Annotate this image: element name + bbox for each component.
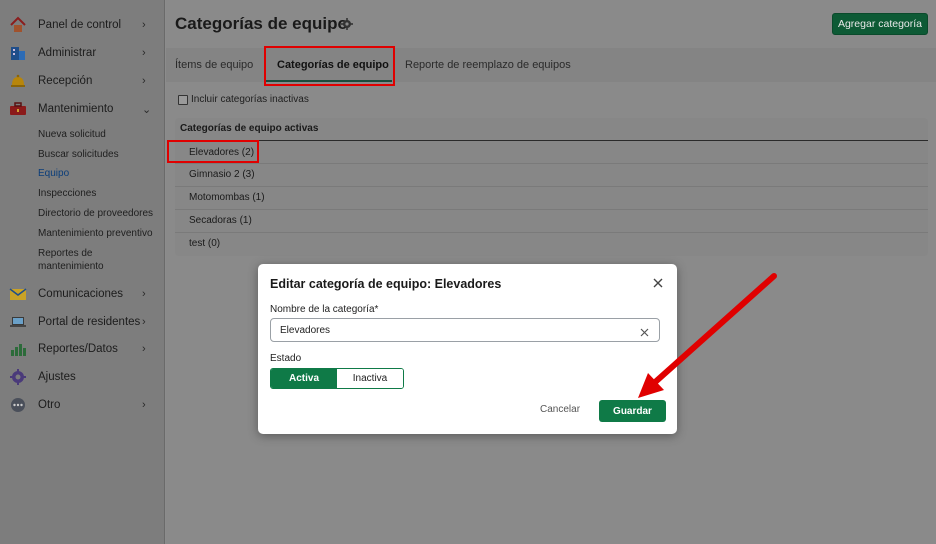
table-row[interactable]: Elevadores (2) [175, 141, 928, 164]
annotation-highlight-row [167, 140, 259, 163]
table-row[interactable]: test (0) [175, 233, 928, 256]
sidebar-subitem-reportes-de-mantenimiento[interactable]: Reportes de mantenimiento [38, 247, 128, 273]
more-icon [9, 396, 27, 414]
tab-items-de-equipo[interactable]: Ítems de equipo [175, 48, 253, 82]
chevron-right-icon: › [142, 75, 146, 87]
chart-icon [9, 340, 27, 358]
sidebar-subitem-buscar-solicitudes[interactable]: Buscar solicitudes [38, 148, 158, 161]
category-name-field[interactable]: Elevadores [270, 318, 660, 342]
sidebar-subitem-equipo[interactable]: Equipo [38, 167, 158, 180]
sidebar: Panel de control › Administrar › Recepci… [0, 0, 165, 544]
sidebar-item-reportes-datos[interactable]: Reportes/Datos › [0, 336, 165, 362]
chevron-right-icon: › [142, 343, 146, 355]
sidebar-subitem-nueva-solicitud[interactable]: Nueva solicitud [38, 128, 158, 141]
building-icon [9, 44, 27, 62]
cancel-button[interactable]: Cancelar [540, 404, 580, 415]
include-inactive-label: Incluir categorías inactivas [191, 94, 309, 105]
sidebar-subitem-inspecciones[interactable]: Inspecciones [38, 187, 158, 200]
status-inactive-option[interactable]: Inactiva [337, 369, 403, 388]
sidebar-subitem-directorio-de-proveedores[interactable]: Directorio de proveedores [38, 207, 158, 220]
bell-icon [9, 72, 27, 90]
add-category-button[interactable]: Agregar categoría [832, 13, 928, 35]
edit-category-dialog: Editar categoría de equipo: Elevadores N… [258, 264, 677, 434]
category-name-label: Nombre de la categoría* [270, 304, 379, 315]
category-name-value: Elevadores [280, 325, 331, 336]
page-title: Categorías de equipo [175, 14, 348, 33]
sidebar-item-label: Recepción [38, 75, 93, 87]
chevron-down-icon: ⌄ [142, 103, 152, 116]
sidebar-item-label: Mantenimiento [38, 103, 114, 115]
dialog-title: Editar categoría de equipo: Elevadores [270, 277, 502, 291]
close-icon[interactable] [652, 276, 664, 288]
laptop-icon [9, 313, 27, 331]
row-label: test (0) [189, 238, 221, 249]
sidebar-item-portal-de-residentes[interactable]: Portal de residentes › [0, 309, 165, 335]
gear-icon [9, 368, 27, 386]
toolbox-icon [9, 100, 27, 118]
chevron-right-icon: › [142, 288, 146, 300]
chevron-right-icon: › [142, 316, 146, 328]
sidebar-subitem-mantenimiento-preventivo[interactable]: Mantenimiento preventivo [38, 227, 158, 240]
row-label: Secadoras (1) [189, 215, 252, 226]
sidebar-item-label: Reportes/Datos [38, 343, 118, 355]
sidebar-item-label: Portal de residentes [38, 316, 141, 328]
clear-icon[interactable] [639, 325, 650, 337]
tab-reporte-de-reemplazo[interactable]: Reporte de reemplazo de equipos [405, 48, 571, 82]
sidebar-item-label: Otro [38, 399, 61, 411]
save-button[interactable]: Guardar [599, 400, 666, 422]
chevron-right-icon: › [142, 47, 146, 59]
annotation-highlight-tab [264, 46, 395, 86]
status-label: Estado [270, 353, 302, 364]
envelope-icon [9, 285, 27, 303]
sidebar-item-comunicaciones[interactable]: Comunicaciones › [0, 281, 165, 307]
sidebar-item-panel-de-control[interactable]: Panel de control › [0, 12, 165, 38]
sidebar-item-ajustes[interactable]: Ajustes [0, 364, 165, 390]
sidebar-item-recepcion[interactable]: Recepción › [0, 68, 165, 94]
status-toggle: Activa Inactiva [270, 368, 404, 389]
status-active-option[interactable]: Activa [271, 369, 337, 388]
include-inactive-checkbox[interactable] [178, 95, 188, 105]
row-label: Motomombas (1) [189, 192, 265, 203]
table-row[interactable]: Motomombas (1) [175, 187, 928, 210]
chevron-right-icon: › [142, 399, 146, 411]
chevron-right-icon: › [142, 19, 146, 31]
home-icon [9, 16, 27, 34]
sidebar-item-label: Comunicaciones [38, 288, 124, 300]
row-label: Gimnasio 2 (3) [189, 169, 255, 180]
table-row[interactable]: Gimnasio 2 (3) [175, 164, 928, 187]
sidebar-item-administrar[interactable]: Administrar › [0, 40, 165, 66]
settings-gear-icon[interactable] [341, 17, 353, 30]
sidebar-item-label: Ajustes [38, 371, 76, 383]
sidebar-item-label: Panel de control [38, 19, 122, 31]
table-heading: Categorías de equipo activas [180, 123, 319, 134]
sidebar-item-mantenimiento[interactable]: Mantenimiento ⌄ [0, 96, 165, 122]
sidebar-item-label: Administrar [38, 47, 97, 59]
sidebar-item-otro[interactable]: Otro › [0, 392, 165, 418]
table-row[interactable]: Secadoras (1) [175, 210, 928, 233]
